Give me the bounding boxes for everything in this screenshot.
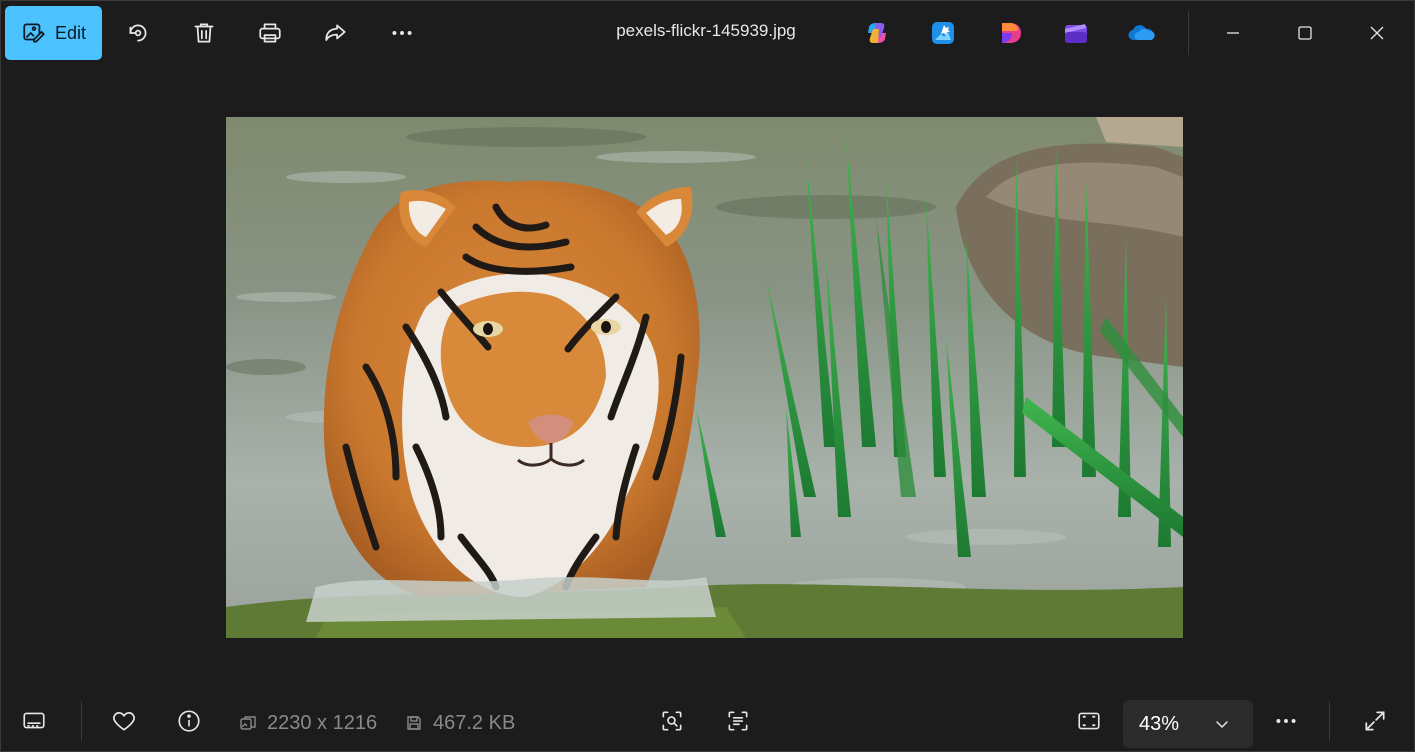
photo-viewer-image[interactable]	[226, 117, 1183, 638]
create-app-button[interactable]	[997, 19, 1025, 47]
designer-icon	[932, 22, 954, 44]
close-button[interactable]	[1355, 13, 1399, 53]
file-size-text: 467.2 KB	[433, 711, 516, 734]
onedrive-icon	[1128, 25, 1155, 41]
bottom-status-bar: 2230 x 1216 467.2 KB 43%	[1, 689, 1415, 752]
chevron-down-icon	[1216, 721, 1228, 729]
scan-text-button[interactable]	[719, 703, 757, 739]
visual-search-icon	[662, 711, 682, 731]
edit-button-label: Edit	[54, 22, 87, 43]
print-icon	[259, 23, 281, 43]
tiger-photo	[226, 117, 1183, 638]
info-icon	[178, 710, 200, 732]
rotate-icon	[129, 24, 147, 42]
top-toolbar: Edit pexels-flickr-145939.jpg	[1, 1, 1415, 65]
trash-icon	[194, 23, 214, 43]
fit-to-window-button[interactable]	[1070, 703, 1108, 739]
filmstrip-icon	[23, 712, 45, 729]
rotate-button[interactable]	[119, 15, 157, 51]
maximize-icon	[1298, 26, 1312, 40]
visual-search-button[interactable]	[653, 703, 691, 739]
save-disk-icon	[407, 716, 421, 730]
image-dimensions: 2230 x 1216	[239, 711, 377, 735]
filmstrip-button[interactable]	[15, 703, 53, 739]
scan-text-icon	[728, 711, 748, 731]
clipchamp-button[interactable]	[1062, 19, 1090, 47]
copilot-button[interactable]	[863, 19, 891, 47]
photos-app-window: Edit pexels-flickr-145939.jpg 2230 x 121…	[0, 0, 1415, 752]
share-icon	[325, 24, 346, 41]
more-options-button[interactable]	[383, 15, 421, 51]
full-screen-button[interactable]	[1356, 703, 1394, 739]
dimensions-text: 2230 x 1216	[267, 711, 378, 734]
favorite-button[interactable]	[105, 703, 143, 739]
more-icon	[392, 31, 412, 35]
app-icon	[1002, 23, 1021, 43]
share-button[interactable]	[317, 15, 355, 51]
zoom-level-dropdown[interactable]: 43%	[1123, 700, 1253, 748]
minimize-icon	[1227, 32, 1239, 34]
minimize-button[interactable]	[1211, 13, 1255, 53]
close-icon	[1370, 26, 1384, 40]
delete-button[interactable]	[185, 15, 223, 51]
designer-button[interactable]	[929, 19, 957, 47]
edit-image-icon	[23, 23, 45, 43]
zoom-level-text: 43%	[1139, 712, 1180, 735]
file-name-title: pexels-flickr-145939.jpg	[616, 21, 796, 40]
file-info-button[interactable]	[170, 703, 208, 739]
fit-window-icon	[1078, 712, 1100, 730]
file-size: 467.2 KB	[405, 711, 515, 735]
heart-icon	[113, 712, 135, 731]
onedrive-button[interactable]	[1127, 19, 1155, 47]
expand-icon	[1365, 711, 1385, 731]
toolbar-divider	[1188, 11, 1189, 55]
print-button[interactable]	[251, 15, 289, 51]
clipchamp-icon	[1065, 24, 1087, 43]
status-divider-right	[1329, 701, 1330, 741]
more-view-options-button[interactable]	[1267, 703, 1305, 739]
edit-button[interactable]: Edit	[5, 6, 102, 60]
more-icon	[1276, 719, 1296, 723]
image-size-icon	[240, 716, 256, 730]
maximize-button[interactable]	[1283, 13, 1327, 53]
status-divider	[81, 701, 82, 741]
copilot-icon	[868, 23, 886, 43]
